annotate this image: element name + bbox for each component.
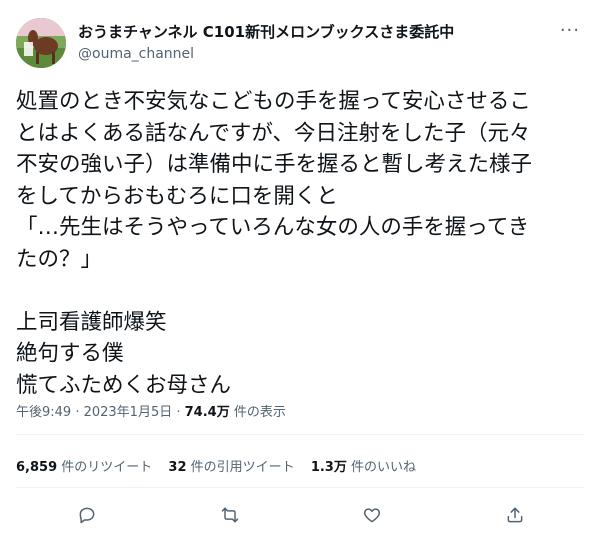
tweet-meta: 午後9:49 · 2023年1月5日 · 74.4万 件の表示 <box>16 405 286 420</box>
author-display-name[interactable]: おうまチャンネル C101新刊メロンブックスさま委託中 <box>78 22 454 42</box>
share-icon[interactable] <box>500 500 530 530</box>
quotes-count: 32 <box>168 460 187 475</box>
divider <box>16 434 584 435</box>
retweets-count: 6,859 <box>16 460 58 475</box>
more-dots-icon[interactable]: ··· <box>560 22 580 40</box>
tweet-header: おうまチャンネル C101新刊メロンブックスさま委託中 @ouma_channe… <box>16 14 584 74</box>
divider <box>16 487 584 488</box>
likes-stat[interactable]: 1.3万 件のいいね <box>311 460 416 475</box>
likes-label: 件のいいね <box>350 460 416 475</box>
views-count: 74.4万 <box>184 405 230 420</box>
quotes-stat[interactable]: 32 件の引用ツイート <box>168 460 294 475</box>
views-label: 件の表示 <box>233 405 286 420</box>
action-bar <box>0 500 600 530</box>
like-icon[interactable] <box>357 500 387 530</box>
likes-count: 1.3万 <box>310 460 347 475</box>
author-handle[interactable]: @ouma_channel <box>78 44 454 64</box>
quotes-label: 件の引用ツイート <box>190 460 295 475</box>
retweets-label: 件のリツイート <box>61 460 153 475</box>
tweet-text: 処置のとき不安気なこどもの手を握って安心させるこ とはよくある話なんですが、今日… <box>16 89 533 398</box>
tweet-stats: 6,859 件のリツイート 32 件の引用ツイート 1.3万 件のいいね <box>16 456 428 475</box>
retweets-stat[interactable]: 6,859 件のリツイート <box>16 460 152 475</box>
tweet-timestamp[interactable]: 午後9:49 · 2023年1月5日 <box>16 405 172 420</box>
avatar[interactable] <box>16 18 66 68</box>
retweet-icon[interactable] <box>215 500 245 530</box>
reply-icon[interactable] <box>72 500 102 530</box>
